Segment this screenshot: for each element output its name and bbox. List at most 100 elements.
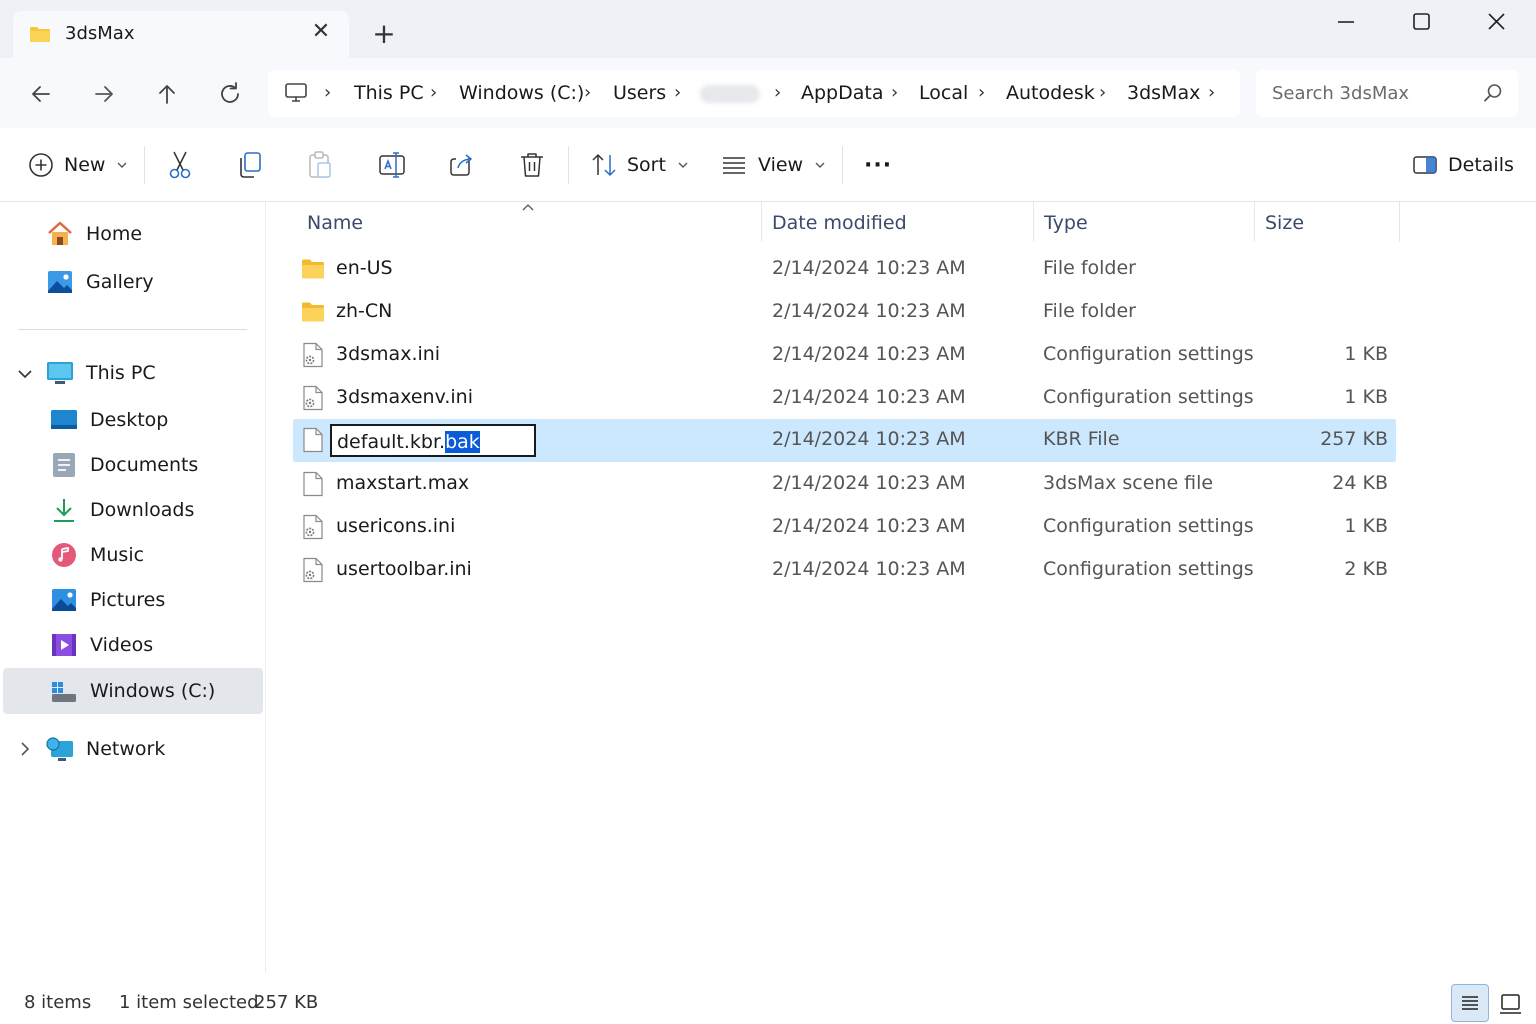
close-window-icon[interactable] [1477,8,1517,36]
chevron-right-icon[interactable]: › [430,82,437,103]
table-row-selected[interactable]: default.kbr.bak 2/14/2024 10:23 AM KBR Fil… [293,419,1396,462]
forward-arrow-icon[interactable] [88,78,120,110]
column-divider[interactable] [1033,202,1034,242]
file-type: Configuration settings [1043,515,1254,537]
sidebar-item-this-pc[interactable]: This PC [46,351,156,395]
breadcrumb-3dsmax[interactable]: 3dsMax [1127,82,1200,104]
column-header-size[interactable]: Size [1265,212,1304,234]
file-name[interactable]: usertoolbar.ini [336,558,472,580]
back-arrow-icon[interactable] [25,78,57,110]
file-date: 2/14/2024 10:23 AM [772,558,966,580]
details-view-button[interactable] [1451,984,1489,1022]
chevron-right-icon[interactable]: › [774,82,781,103]
toolbar-divider [842,146,843,184]
table-row[interactable]: maxstart.max 2/14/2024 10:23 AM 3dsMax sce… [293,463,1396,506]
file-type: Configuration settings [1043,343,1254,365]
file-type: 3dsMax scene file [1043,472,1214,494]
maximize-icon[interactable] [1401,8,1441,36]
new-button[interactable]: New [28,148,129,182]
sort-button[interactable]: Sort [590,148,690,182]
chevron-right-icon[interactable] [16,740,34,758]
table-row[interactable]: usericons.ini 2/14/2024 10:23 AM Configura… [293,506,1396,549]
file-name[interactable]: zh-CN [336,300,392,322]
chevron-right-icon[interactable]: › [1208,82,1215,103]
sidebar-item-documents[interactable]: Documents [50,443,198,487]
toolbar-divider [568,146,569,184]
sidebar-item-windows-c[interactable]: Windows (C:) [50,669,215,713]
table-row[interactable]: en-US 2/14/2024 10:23 AM File folder [293,248,1396,291]
chevron-right-icon[interactable]: › [674,82,681,103]
sort-label: Sort [627,154,666,176]
computer-icon[interactable] [284,82,308,104]
file-name[interactable]: usericons.ini [336,515,455,537]
sidebar-item-network[interactable]: Network [46,727,165,771]
search-icon[interactable] [1482,82,1504,104]
file-name[interactable]: 3dsmaxenv.ini [336,386,473,408]
chevron-down-icon[interactable] [16,365,34,383]
selection-count: 1 item selected [119,992,259,1013]
file-name[interactable]: maxstart.max [336,472,469,494]
sidebar-item-pictures[interactable]: Pictures [50,578,165,622]
new-tab-button[interactable]: + [372,20,396,48]
search-input[interactable]: Search 3dsMax [1256,70,1518,117]
chevron-down-icon [117,162,127,168]
details-pane-button[interactable]: Details [1412,148,1514,182]
file-name[interactable]: en-US [336,257,393,279]
file-type: Configuration settings [1043,558,1254,580]
breadcrumb-username-redacted[interactable] [700,85,760,103]
sidebar-item-downloads[interactable]: Downloads [50,488,194,532]
folder-icon [30,27,50,42]
column-divider[interactable] [1399,202,1400,242]
sidebar-label: Music [90,544,145,566]
breadcrumb-this-pc[interactable]: This PC [354,82,424,104]
table-row[interactable]: usertoolbar.ini 2/14/2024 10:23 AM Configu… [293,549,1396,592]
chevron-down-icon [678,162,688,168]
more-options-button[interactable]: ··· [864,148,892,182]
sidebar-item-desktop[interactable]: Desktop [50,398,168,442]
column-divider[interactable] [761,202,762,242]
breadcrumb-local[interactable]: Local [919,82,968,104]
rename-input[interactable]: default.kbr.bak [330,424,536,457]
table-row[interactable]: zh-CN 2/14/2024 10:23 AM File folder [293,291,1396,334]
file-date: 2/14/2024 10:23 AM [772,300,966,322]
table-row[interactable]: 3dsmax.ini 2/14/2024 10:23 AM Configuratio… [293,334,1396,377]
paste-button[interactable] [306,148,334,182]
share-button[interactable] [448,148,476,182]
table-row[interactable]: 3dsmaxenv.ini 2/14/2024 10:23 AM Configura… [293,377,1396,420]
file-date: 2/14/2024 10:23 AM [772,343,966,365]
breadcrumb-windows-c[interactable]: Windows (C:) [459,82,584,104]
refresh-icon[interactable] [214,78,246,110]
tiles-view-button[interactable] [1496,988,1526,1018]
chevron-right-icon[interactable]: › [891,82,898,103]
close-tab-icon[interactable]: ✕ [309,20,333,44]
breadcrumb-users[interactable]: Users [613,82,666,104]
cut-button[interactable] [166,148,194,182]
chevron-right-icon[interactable]: › [584,82,591,103]
sidebar-item-gallery[interactable]: Gallery [46,260,154,304]
up-arrow-icon[interactable] [151,78,183,110]
minimize-icon[interactable] [1326,8,1366,36]
chevron-right-icon[interactable]: › [324,82,331,103]
copy-button[interactable] [236,148,264,182]
column-header-date[interactable]: Date modified [772,212,907,234]
chevron-down-icon [815,162,825,168]
sidebar-item-videos[interactable]: Videos [50,623,153,667]
chevron-right-icon[interactable]: › [978,82,985,103]
view-button[interactable]: View [720,148,827,182]
column-header-type[interactable]: Type [1044,212,1088,234]
sidebar-item-music[interactable]: Music [50,533,144,577]
address-bar[interactable]: › This PC › Windows (C:) › Users › › App… [268,70,1240,117]
delete-button[interactable] [518,148,546,182]
breadcrumb-autodesk[interactable]: Autodesk [1006,82,1095,104]
chevron-right-icon[interactable]: › [1099,82,1106,103]
column-divider[interactable] [1254,202,1255,242]
tab-3dsmax[interactable]: 3dsMax ✕ [13,11,349,58]
rename-button[interactable] [377,148,407,182]
new-label: New [64,154,106,176]
breadcrumb-appdata[interactable]: AppData [801,82,884,104]
file-name[interactable]: 3dsmax.ini [336,343,440,365]
file-date: 2/14/2024 10:23 AM [772,515,966,537]
sidebar-item-home[interactable]: Home [46,212,142,256]
sidebar-label: Downloads [90,499,195,521]
column-header-name[interactable]: Name [307,212,363,234]
